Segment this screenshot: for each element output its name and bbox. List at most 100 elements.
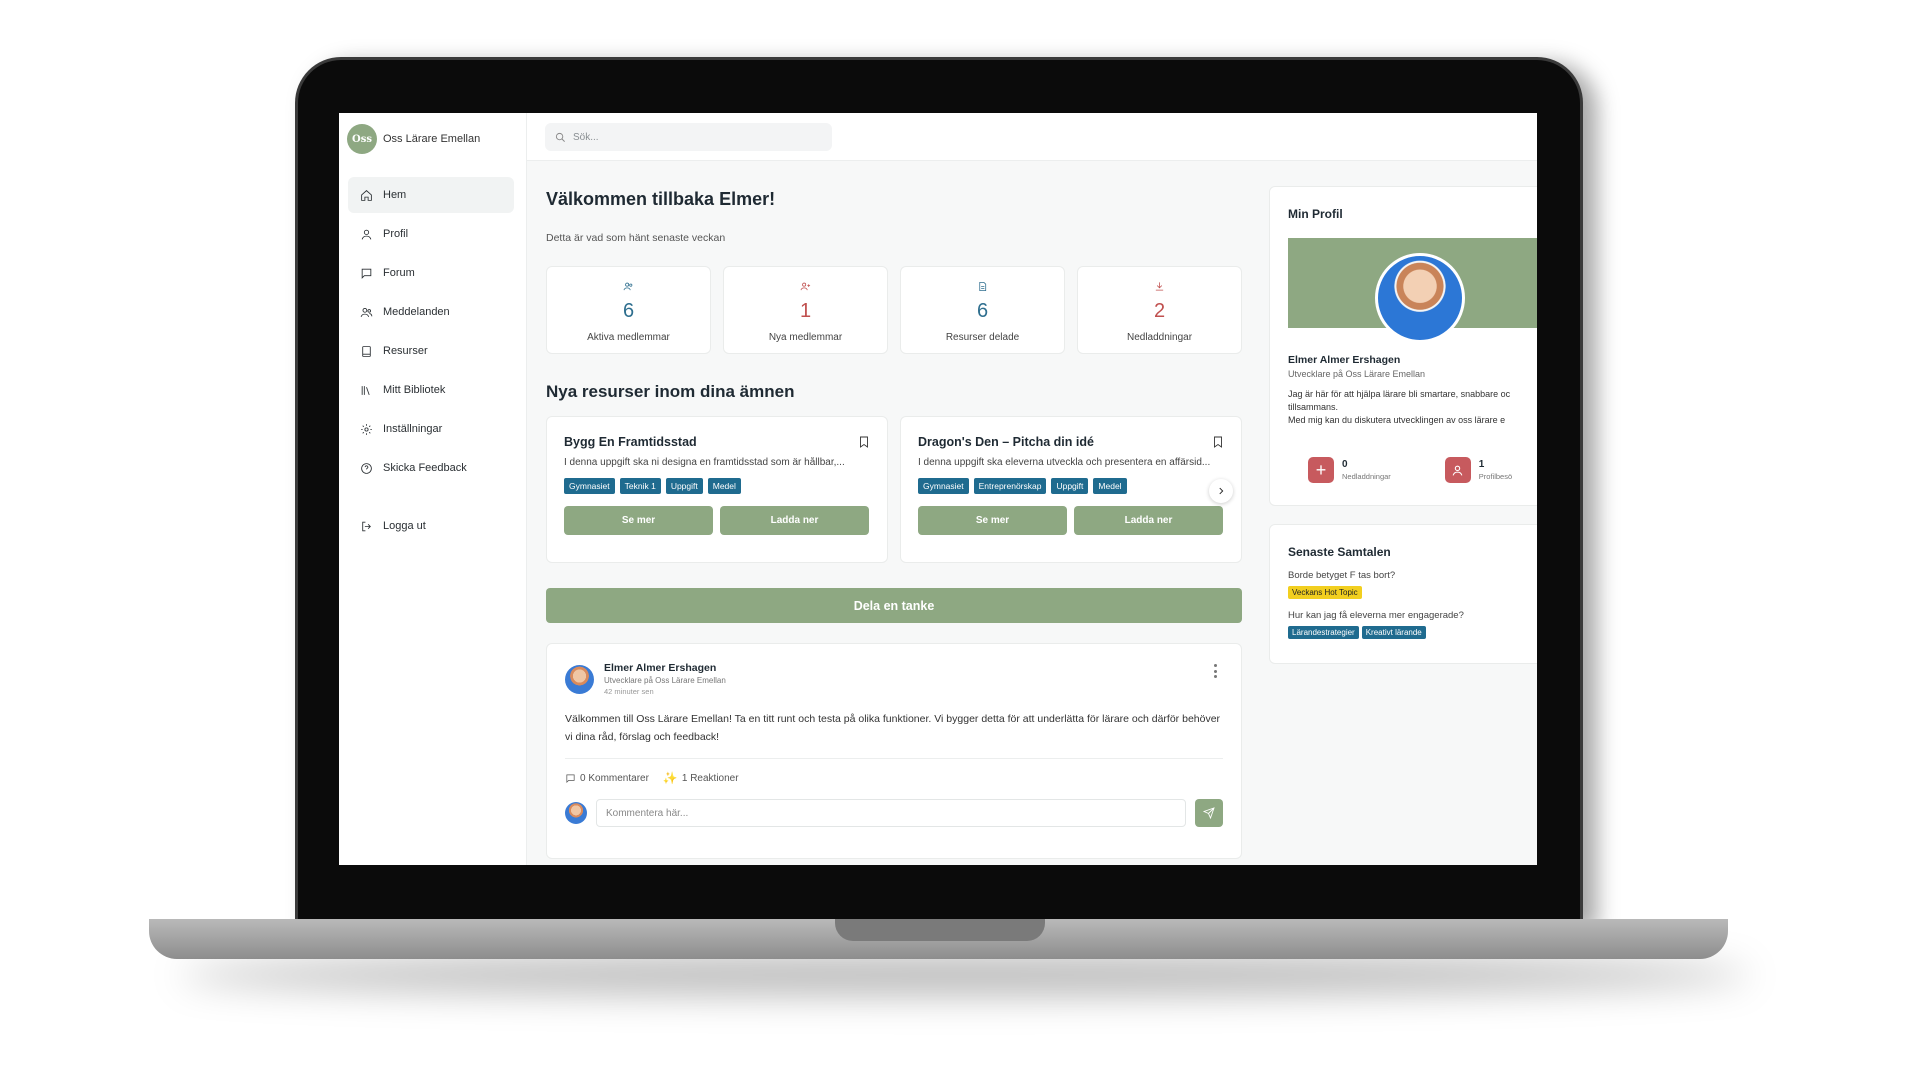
resource-actions: Se mer Ladda ner [918,506,1223,535]
right-column: Min Profil Elmer Almer Ershagen Utveckla… [1269,186,1537,664]
stat-value: 2 [1153,300,1166,322]
comments-count[interactable]: 0 Kommentarer [565,773,649,784]
avatar[interactable] [565,664,594,694]
resource-tag[interactable]: Uppgift [1051,478,1089,494]
stat-card-aktiva-medlemmar: 6 Aktiva medlemmar [546,266,711,354]
brand-name: Oss Lärare Emellan [383,133,481,145]
sidebar-item-label: Skicka Feedback [383,462,467,474]
recent-conversations-card: Senaste Samtalen Borde betyget F tas bor… [1269,524,1537,664]
sidebar-item-hem[interactable]: Hem [348,177,514,213]
resource-title: Dragon's Den – Pitcha din idé [918,435,1094,449]
download-icon [1155,282,1164,291]
sidebar-item-forum[interactable]: Forum [348,255,514,291]
conversation-tag[interactable]: Lärandestrategier [1288,626,1359,639]
resource-tag[interactable]: Entreprenörskap [973,478,1047,494]
sidebar-item-label: Hem [383,189,407,201]
stats-row: 6 Aktiva medlemmar 1 Nya medlemmar 6 Res… [546,266,1242,354]
sidebar-item-mitt-bibliotek[interactable]: Mitt Bibliotek [348,372,514,408]
resource-tag[interactable]: Teknik 1 [619,478,661,494]
send-comment-button[interactable] [1195,799,1223,827]
plus-icon: + [1308,457,1334,483]
sidebar-item-label: Resurser [383,345,428,357]
resource-card[interactable]: Bygg En Framtidsstad I denna uppgift ska… [546,416,888,563]
resource-card[interactable]: Dragon's Den – Pitcha din idé I denna up… [900,416,1242,563]
profile-avatar[interactable] [1375,253,1465,343]
reactions-count[interactable]: ✨ 1 Reaktioner [663,771,739,785]
profile-bio: Jag är här för att hjälpa lärare bli sma… [1288,388,1537,427]
comment-row [565,799,1223,827]
stat-label: Nedladdningar [1126,332,1193,343]
help-icon [361,462,372,474]
sidebar-item-label: Meddelanden [383,306,450,318]
logout-icon [362,521,371,531]
profile-stat-label: Nedladdningar [1342,472,1391,481]
see-more-button[interactable]: Se mer [918,506,1067,535]
profile-card-title: Min Profil [1288,207,1343,221]
profile-stat-text: 0 Nedladdningar [1342,459,1391,481]
hot-topic-badge[interactable]: Veckans Hot Topic [1288,586,1362,599]
profile-stat-value: 0 [1342,459,1348,470]
resource-tag[interactable]: Medel [1093,478,1127,494]
users-icon [623,282,633,291]
chevron-right-icon [1219,487,1224,495]
resource-tag[interactable]: Medel [707,478,741,494]
profile-stat-value: 1 [1478,459,1485,470]
sidebar-item-profil[interactable]: Profil [348,216,514,252]
stat-value: 6 [976,300,989,322]
sidebar-item-installningar[interactable]: Inställningar [348,411,514,447]
resource-tag[interactable]: Gymnasiet [564,478,615,494]
conversation-link[interactable]: Borde betyget F tas bort? [1288,570,1537,581]
search-box[interactable] [545,123,832,151]
gear-icon [361,423,372,435]
app-screen: Oss Oss Lärare Emellan Hem Profil Forum … [339,113,1537,865]
profile-role: Utvecklare på Oss Lärare Emellan [1288,369,1426,379]
brand[interactable]: Oss Oss Lärare Emellan [339,113,526,165]
see-more-button[interactable]: Se mer [564,506,713,535]
main-content: Välkommen tillbaka Elmer! Detta är vad s… [546,161,1242,859]
post-body: Välkommen till Oss Lärare Emellan! Ta en… [565,710,1223,759]
bookmark-button[interactable] [1213,435,1223,448]
resource-tag[interactable]: Uppgift [665,478,703,494]
search-input[interactable] [573,131,813,143]
search-icon [555,132,565,142]
sparkle-icon: ✨ [662,771,678,785]
download-button[interactable]: Ladda ner [1074,506,1223,535]
profile-stat-downloads: + 0 Nedladdningar [1308,457,1391,483]
resource-actions: Se mer Ladda ner [564,506,869,535]
share-thought-button[interactable]: Dela en tanke [546,588,1242,623]
carousel-next-button[interactable] [1209,479,1233,503]
user-icon [1444,457,1471,483]
profile-stats: + 0 Nedladdningar 1 Profilbesö [1308,457,1512,483]
sidebar-item-resurser[interactable]: Resurser [348,333,514,369]
chat-icon [361,268,372,279]
home-icon [361,189,372,201]
bookmark-button[interactable] [859,435,869,448]
post-author[interactable]: Elmer Almer Ershagen [604,662,726,674]
sidebar-item-label: Inställningar [383,423,443,435]
stat-value: 6 [622,300,635,322]
stat-card-nya-medlemmar: 1 Nya medlemmar [723,266,888,354]
post-menu-button[interactable] [1213,664,1217,678]
stat-value: 1 [799,300,812,322]
sidebar-item-meddelanden[interactable]: Meddelanden [348,294,514,330]
sidebar-item-skicka-feedback[interactable]: Skicka Feedback [348,450,514,486]
resource-tag[interactable]: Gymnasiet [918,478,969,494]
page-title: Välkommen tillbaka Elmer! [546,189,776,209]
resources-title: Nya resurser inom dina ämnen [546,382,795,401]
logout-button[interactable]: Logga ut [348,508,514,544]
bookmark-icon [1214,436,1222,448]
topbar [527,113,1537,161]
logout-label: Logga ut [383,520,426,532]
laptop-notch [835,919,1045,941]
avatar [565,802,587,824]
download-button[interactable]: Ladda ner [720,506,869,535]
conversation-tag[interactable]: Kreativt lärande [1361,626,1426,639]
comment-input[interactable] [596,799,1186,827]
conversation-link[interactable]: Hur kan jag få eleverna mer engagerade? [1288,610,1537,621]
resource-tags: Gymnasiet Teknik 1 Uppgift Medel [564,478,869,494]
resources-carousel: Bygg En Framtidsstad I denna uppgift ska… [546,416,1242,563]
user-icon-glyph [1452,465,1463,476]
page-subtitle: Detta är vad som hänt senaste veckan [546,232,726,244]
resource-tags: Gymnasiet Entreprenörskap Uppgift Medel [918,478,1223,494]
conversation-tags: Lärandestrategier Kreativt lärande [1288,626,1537,639]
